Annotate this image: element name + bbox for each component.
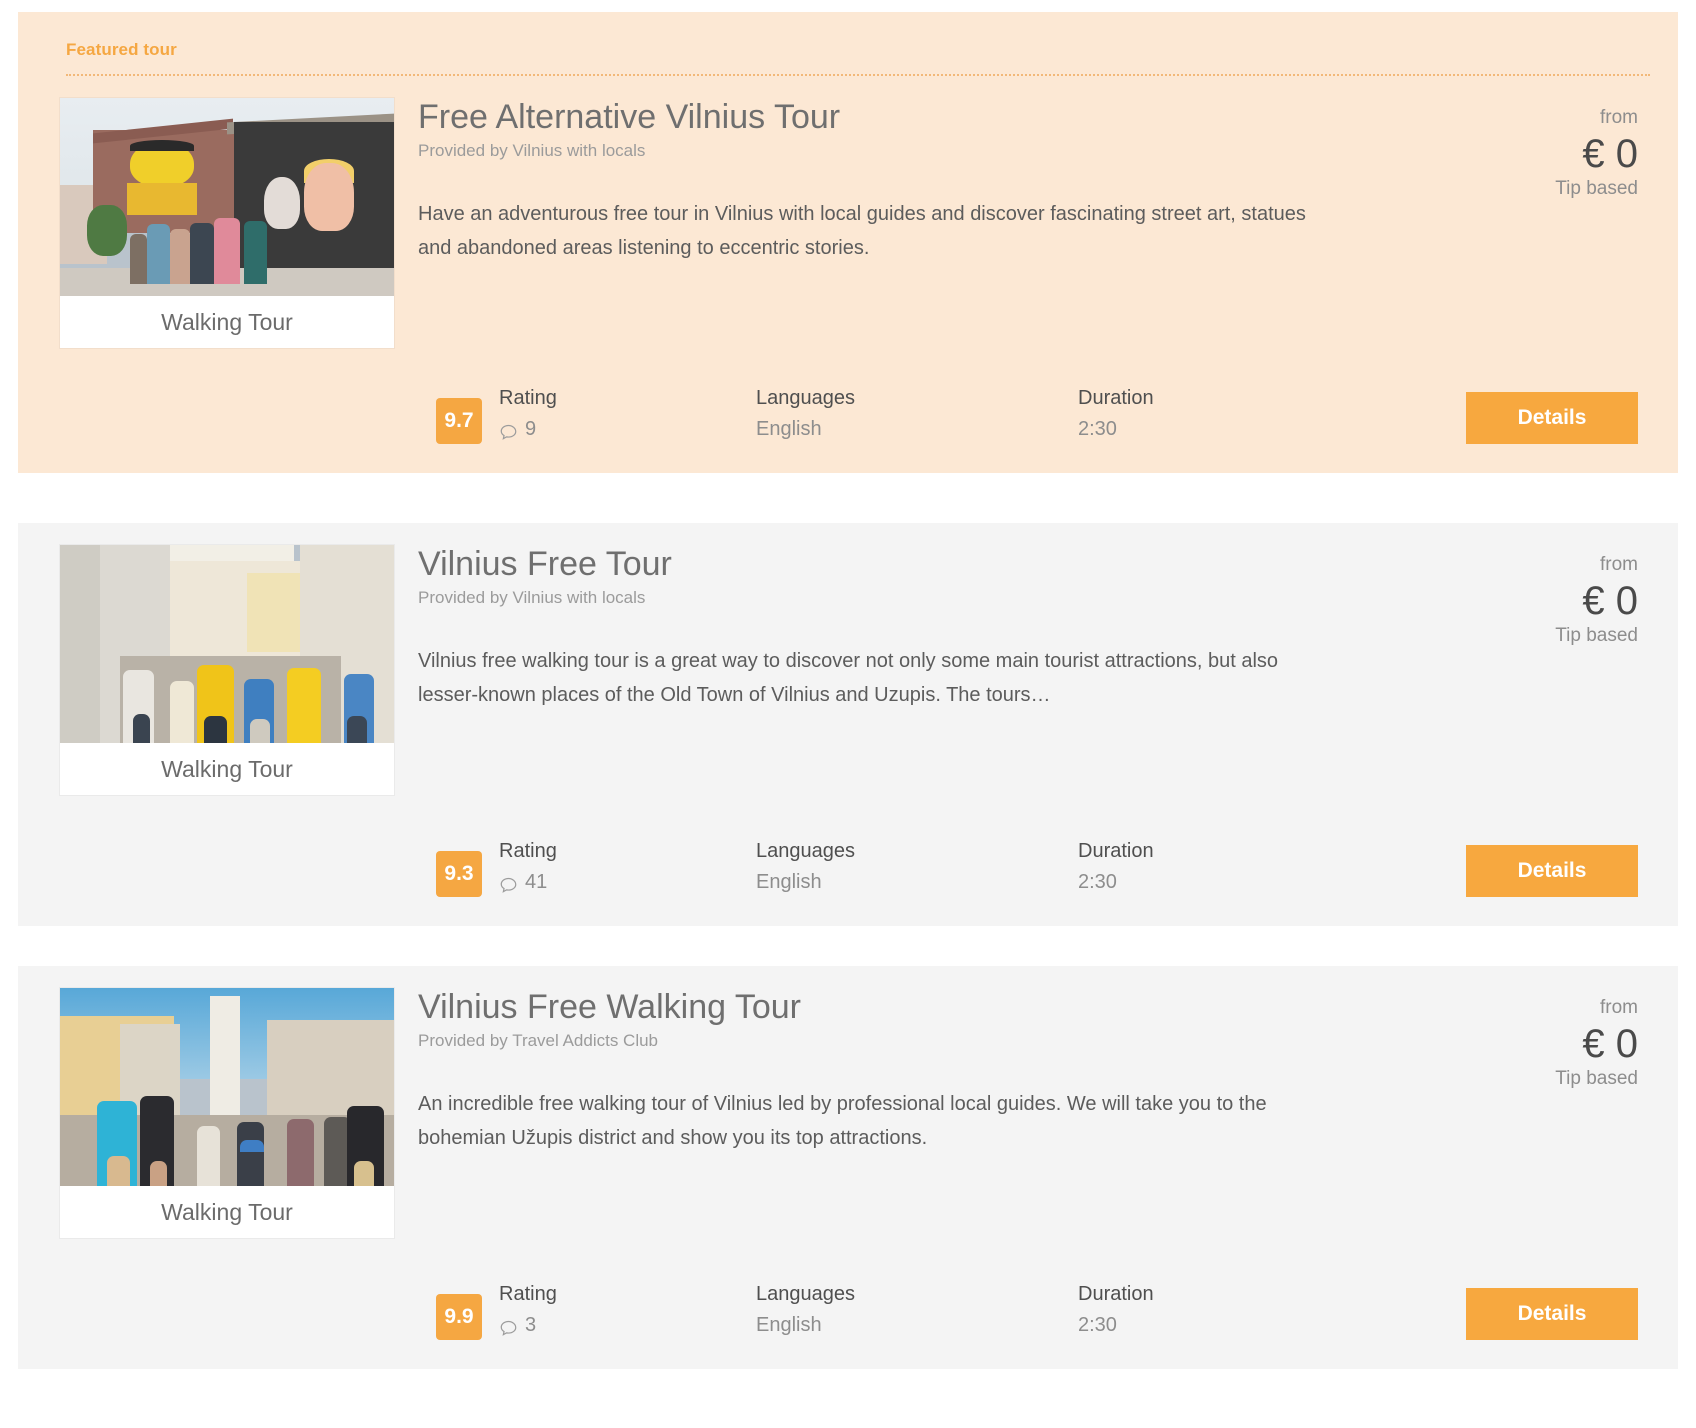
rating-cell: 9.3 Rating 41 [436, 837, 756, 898]
price-from-label: from [1600, 554, 1638, 575]
tour-title[interactable]: Free Alternative Vilnius Tour [418, 98, 1436, 137]
tour-price-column: from € 0 Tip based [1444, 545, 1654, 647]
languages-cell: Languages English [756, 837, 1078, 898]
details-button[interactable]: Details [1466, 392, 1638, 444]
review-count: 41 [499, 866, 557, 898]
duration-value: 2:30 [1078, 1314, 1117, 1336]
tour-listing-page: Featured tour Walking Tour Free Alternat… [0, 12, 1696, 1369]
tour-thumbnail[interactable]: Walking Tour [60, 988, 394, 1238]
rating-cell: 9.9 Rating 3 [436, 1280, 756, 1341]
details-button[interactable]: Details [1466, 1288, 1638, 1340]
tour-description: Have an adventurous free tour in Vilnius… [418, 203, 1306, 260]
duration-cell: Duration 2:30 [1078, 384, 1378, 445]
price-note: Tip based [1555, 624, 1638, 646]
price-from-label: from [1600, 107, 1638, 128]
tour-photo-old-town-street [60, 545, 394, 743]
tour-provider: Provided by Travel Addicts Club [418, 1031, 659, 1051]
comment-bubble-icon [499, 1316, 518, 1336]
tour-card-body: Walking Tour Free Alternative Vilnius To… [42, 76, 1654, 348]
price-amount: € 0 [1582, 1021, 1638, 1066]
rating-cell: 9.7 Rating 9 [436, 384, 756, 445]
tour-thumbnail-column: Walking Tour [42, 545, 394, 795]
review-count-value: 3 [525, 1314, 537, 1336]
price-note: Tip based [1555, 177, 1638, 199]
review-count: 3 [499, 1309, 557, 1341]
review-count-value: 41 [525, 871, 548, 893]
tour-info-column: Free Alternative Vilnius Tour Provided b… [394, 98, 1444, 266]
languages-label: Languages [756, 840, 855, 862]
tour-card-2[interactable]: Walking Tour Vilnius Free Tour Provided … [18, 523, 1678, 926]
tour-thumbnail-column: Walking Tour [42, 988, 394, 1238]
tour-card-body: Walking Tour Vilnius Free Walking Tour P… [42, 966, 1654, 1238]
rating-label: Rating [499, 387, 557, 409]
details-button[interactable]: Details [1466, 845, 1638, 897]
languages-cell: Languages English [756, 384, 1078, 445]
languages-value: English [756, 418, 822, 440]
tour-stats-row: 9.9 Rating 3 Languages English Duration … [42, 1280, 1654, 1341]
duration-cell: Duration 2:30 [1078, 1280, 1378, 1341]
duration-value: 2:30 [1078, 418, 1117, 440]
tour-price-column: from € 0 Tip based [1444, 988, 1654, 1090]
duration-label: Duration [1078, 840, 1154, 862]
tour-card-body: Walking Tour Vilnius Free Tour Provided … [42, 523, 1654, 795]
duration-cell: Duration 2:30 [1078, 837, 1378, 898]
rating-score-badge: 9.7 [436, 398, 482, 444]
rating-score-badge: 9.9 [436, 1294, 482, 1340]
comment-bubble-icon [499, 873, 518, 893]
price-from-label: from [1600, 997, 1638, 1018]
price-amount: € 0 [1582, 131, 1638, 176]
review-count-value: 9 [525, 418, 537, 440]
tour-category-label: Walking Tour [60, 743, 394, 795]
tour-category-label: Walking Tour [60, 1186, 394, 1238]
comment-bubble-icon [499, 420, 518, 440]
tour-thumbnail[interactable]: Walking Tour [60, 98, 394, 348]
review-count: 9 [499, 413, 557, 445]
languages-cell: Languages English [756, 1280, 1078, 1341]
tour-info-column: Vilnius Free Walking Tour Provided by Tr… [394, 988, 1444, 1156]
featured-tour-label: Featured tour [66, 40, 177, 59]
tour-card-featured[interactable]: Featured tour Walking Tour Free Alternat… [18, 12, 1678, 473]
tour-category-label: Walking Tour [60, 296, 394, 348]
tour-stats-row: 9.3 Rating 41 Languages English Duration… [42, 837, 1654, 898]
tour-description: An incredible free walking tour of Vilni… [418, 1093, 1267, 1150]
tour-stats-row: 9.7 Rating 9 Languages English Duration … [42, 384, 1654, 445]
rating-label: Rating [499, 840, 557, 862]
duration-value: 2:30 [1078, 871, 1117, 893]
tour-title[interactable]: Vilnius Free Walking Tour [418, 988, 1436, 1027]
languages-value: English [756, 1314, 822, 1336]
tour-photo-street-art [60, 98, 394, 296]
duration-label: Duration [1078, 387, 1154, 409]
rating-label: Rating [499, 1283, 557, 1305]
tour-thumbnail-column: Walking Tour [42, 98, 394, 348]
languages-value: English [756, 871, 822, 893]
tour-thumbnail[interactable]: Walking Tour [60, 545, 394, 795]
languages-label: Languages [756, 387, 855, 409]
tour-card-3[interactable]: Walking Tour Vilnius Free Walking Tour P… [18, 966, 1678, 1369]
tour-info-column: Vilnius Free Tour Provided by Vilnius wi… [394, 545, 1444, 713]
tour-provider: Provided by Vilnius with locals [418, 141, 646, 161]
languages-label: Languages [756, 1283, 855, 1305]
tour-provider: Provided by Vilnius with locals [418, 588, 646, 608]
price-amount: € 0 [1582, 578, 1638, 623]
tour-photo-group-square [60, 988, 394, 1186]
tour-price-column: from € 0 Tip based [1444, 98, 1654, 200]
tour-title[interactable]: Vilnius Free Tour [418, 545, 1436, 584]
duration-label: Duration [1078, 1283, 1154, 1305]
price-note: Tip based [1555, 1067, 1638, 1089]
rating-score-badge: 9.3 [436, 851, 482, 897]
tour-description: Vilnius free walking tour is a great way… [418, 650, 1279, 707]
